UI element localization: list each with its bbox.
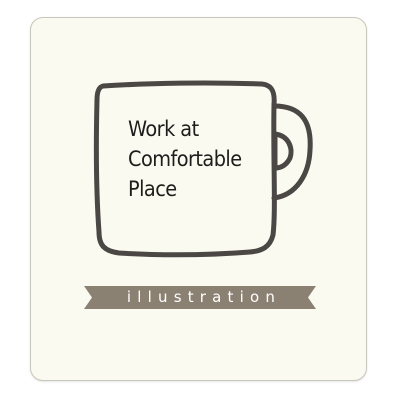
ribbon-label: illustration (126, 288, 282, 306)
page: Work at Comfortable Place illustration (0, 0, 400, 400)
ribbon-banner (84, 286, 316, 309)
